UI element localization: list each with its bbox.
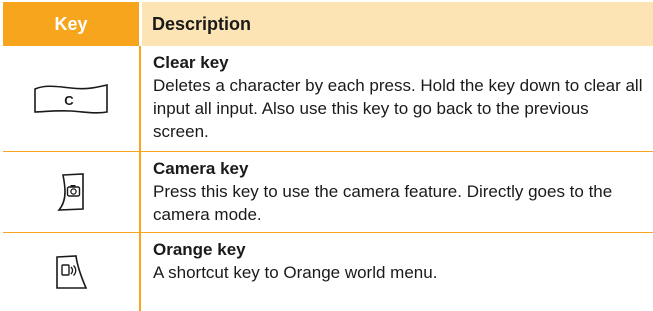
- table-row: Camera key Press this key to use the cam…: [3, 152, 653, 233]
- key-cell: C: [3, 46, 141, 151]
- description-cell: Clear key Deletes a character by each pr…: [141, 46, 653, 151]
- clear-key-icon: C: [32, 83, 110, 114]
- key-cell: [3, 233, 141, 311]
- key-description: Deletes a character by each press. Hold …: [153, 76, 643, 141]
- camera-key-icon: [56, 172, 86, 212]
- key-description: Press this key to use the camera feature…: [153, 182, 613, 224]
- table-row: C Clear key Deletes a character by each …: [3, 46, 653, 152]
- description-cell: Orange key A shortcut key to Orange worl…: [141, 233, 653, 311]
- key-title: Orange key: [153, 240, 246, 259]
- key-title: Camera key: [153, 159, 249, 178]
- table-header: Key Description: [3, 2, 653, 46]
- key-title: Clear key: [153, 53, 229, 72]
- key-cell: [3, 152, 141, 232]
- key-column-header: Key: [3, 2, 139, 46]
- table-row: Orange key A shortcut key to Orange worl…: [3, 233, 653, 311]
- description-cell: Camera key Press this key to use the cam…: [141, 152, 653, 232]
- key-description: A shortcut key to Orange world menu.: [153, 263, 438, 282]
- key-description-table: Key Description C Clear key Deletes a ch…: [3, 2, 653, 311]
- description-column-header: Description: [142, 2, 653, 46]
- clear-key-letter: C: [64, 93, 74, 108]
- orange-key-icon: [54, 254, 88, 290]
